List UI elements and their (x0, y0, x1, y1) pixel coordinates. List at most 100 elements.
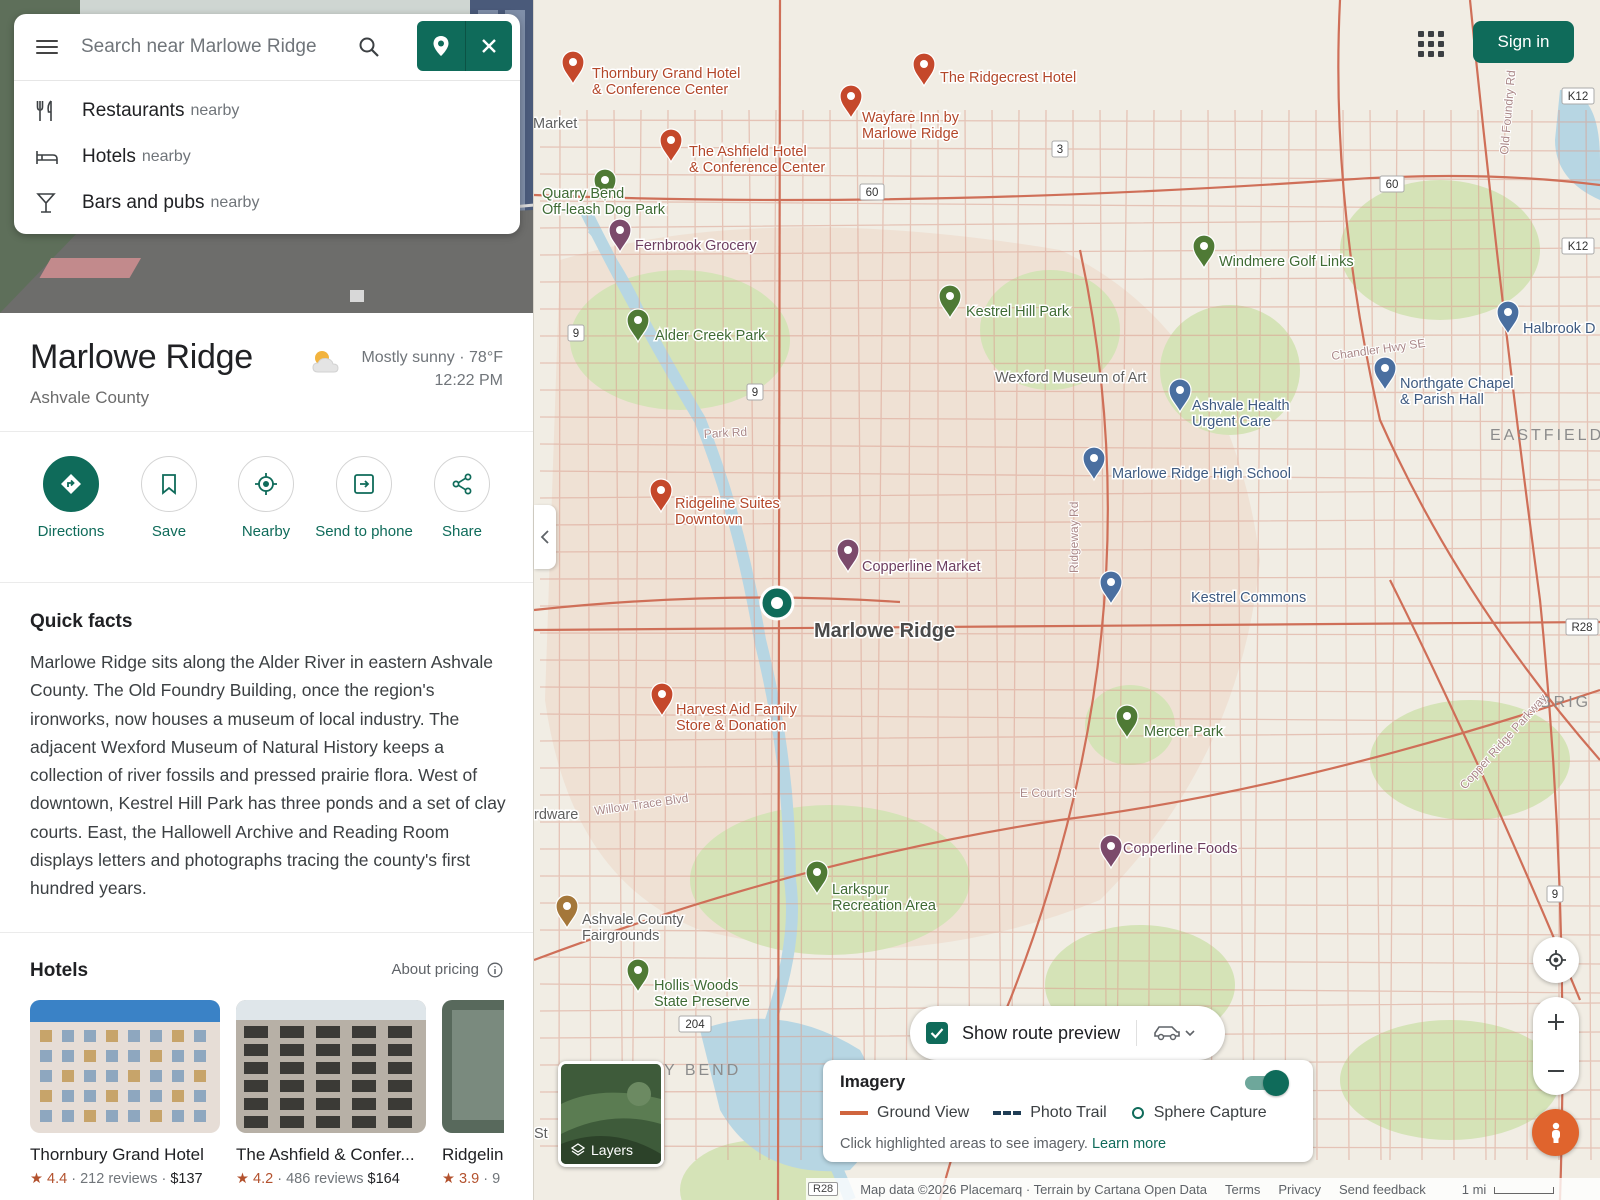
chevron-left-icon (540, 530, 549, 544)
imagery-title: Imagery (840, 1072, 906, 1091)
poi-label[interactable]: Halbrook D (1522, 320, 1598, 339)
hotel-card[interactable]: Thornbury Grand Hotel ★ 4.4 · 212 review… (30, 1000, 220, 1187)
save-button[interactable]: Save (120, 456, 218, 541)
place-title: Marlowe Ridge (30, 338, 253, 376)
road-label: Park Rd (703, 425, 747, 441)
menu-button[interactable] (36, 36, 58, 58)
hotel-photo (442, 1000, 504, 1133)
selected-place-marker[interactable] (759, 585, 795, 621)
poi-label[interactable]: Marlowe Ridge High School (1111, 465, 1293, 484)
local-time: 12:22 PM (434, 372, 503, 389)
collapse-panel-button[interactable] (534, 505, 556, 569)
poi-label[interactable]: The Ridgecrest Hotel (939, 69, 1078, 88)
poi-label[interactable]: Harvest Aid Family Store & Donation (675, 701, 800, 736)
plus-icon (1548, 1013, 1564, 1030)
imagery-toggle[interactable] (1241, 1070, 1289, 1096)
hotel-reviews: 486 reviews (286, 1171, 364, 1187)
center-place-label: Marlowe Ridge (814, 620, 955, 642)
poi-label[interactable]: Thornbury Grand Hotel & Conference Center (591, 65, 742, 100)
hotel-price: $137 (170, 1171, 203, 1187)
suggestion-bars[interactable]: Bars and pubs nearby (36, 188, 259, 218)
route-shield: 9 (567, 324, 585, 342)
zoom-out-button[interactable] (1533, 1046, 1579, 1095)
action-label: Share (441, 523, 483, 540)
map-poi[interactable]: Market (532, 115, 579, 134)
hotel-reviews: 212 reviews (80, 1171, 158, 1187)
weather-condition: Mostly sunny · 78°F (361, 349, 503, 366)
map-poi[interactable]: rdware (533, 806, 580, 825)
terms-link[interactable]: Terms (1225, 1182, 1260, 1197)
privacy-link[interactable]: Privacy (1278, 1182, 1321, 1197)
attribution-bar: R28 Map data ©2026 Placemarq · Terrain b… (806, 1178, 1600, 1200)
search-input[interactable] (81, 32, 331, 62)
layers-label: Layers (591, 1142, 634, 1158)
poi-label[interactable]: Copperline Market (861, 558, 982, 577)
poi-label[interactable]: Kestrel Commons (1190, 589, 1308, 608)
scale-indicator[interactable]: 1 mi (1444, 1182, 1555, 1197)
poi-label[interactable]: The Ashfield Hotel & Conference Center (688, 143, 827, 178)
poi-label[interactable]: Market (532, 115, 579, 134)
action-label: Nearby (241, 523, 291, 540)
svg-text:204: 204 (685, 1019, 705, 1031)
apps-grid-button[interactable] (1415, 28, 1447, 60)
route-shield: R28 (808, 1182, 839, 1196)
layers-button[interactable]: Layers (558, 1061, 664, 1167)
imagery-panel: Imagery Ground View Photo Trail Sphere C… (823, 1060, 1313, 1162)
suggestion-restaurants[interactable]: Restaurants nearby (36, 96, 239, 126)
hotel-name: The Ashfield & Confer... (236, 1145, 415, 1164)
place-county[interactable]: Ashvale County (30, 388, 149, 408)
suggestion-hotels[interactable]: Hotels nearby (36, 142, 191, 172)
zoom-in-button[interactable] (1533, 997, 1579, 1046)
route-preview-checkbox[interactable] (926, 1022, 948, 1044)
poi-label[interactable]: Alder Creek Park (654, 327, 768, 346)
poi-label[interactable]: Mercer Park (1143, 723, 1226, 742)
send-to-phone-button[interactable]: Send to phone (315, 456, 413, 541)
map-poi[interactable]: Wexford Museum of Art (994, 369, 1148, 388)
route-shield: 9 (746, 383, 764, 401)
svg-text:K12: K12 (1568, 241, 1588, 253)
zoom-controls (1533, 997, 1579, 1095)
svg-text:9: 9 (752, 387, 758, 399)
route-shield: 204 (678, 1015, 712, 1033)
route-preview-bar[interactable]: Show route preview (910, 1006, 1225, 1060)
quick-facts-title: Quick facts (30, 611, 133, 632)
search-icon[interactable] (358, 36, 380, 63)
travel-mode-dropdown[interactable] (1153, 1024, 1195, 1042)
sign-in-button[interactable]: Sign in (1473, 21, 1574, 63)
dashed-line-swatch (993, 1111, 1022, 1115)
poi-label[interactable]: Hollis Woods State Preserve (653, 977, 752, 1012)
map-poi[interactable]: St (533, 1125, 550, 1144)
poi-label[interactable]: Windmere Golf Links (1218, 253, 1356, 272)
hotels-title: Hotels (30, 960, 89, 981)
route-shield: 60 (1379, 175, 1405, 193)
route-shield: 60 (859, 183, 885, 201)
about-pricing-link[interactable]: About pricing (391, 961, 503, 978)
share-button[interactable]: Share (413, 456, 511, 541)
svg-text:9: 9 (1552, 889, 1558, 901)
close-button[interactable] (465, 21, 512, 71)
my-location-button[interactable] (1533, 937, 1579, 983)
poi-label[interactable]: Kestrel Hill Park (965, 303, 1072, 322)
legend-label: Sphere Capture (1153, 1104, 1267, 1121)
send-feedback-link[interactable]: Send feedback (1339, 1182, 1426, 1197)
poi-label[interactable]: Copperline Foods (1122, 840, 1239, 859)
poi-label[interactable]: Fernbrook Grocery (634, 237, 759, 256)
poi-label[interactable]: Wexford Museum of Art (994, 369, 1148, 388)
hotel-card[interactable]: The Ashfield & Confer... ★ 4.2 · 486 rev… (236, 1000, 426, 1187)
app-root: Thornbury Grand Hotel & Conference Center… (0, 0, 1600, 1200)
poi-label[interactable]: St (533, 1125, 550, 1144)
poi-label[interactable]: Wayfare Inn by Marlowe Ridge (861, 109, 962, 144)
place-header: Marlowe Ridge (30, 338, 253, 377)
crosshair-icon (1546, 950, 1566, 970)
location-pin-button[interactable] (417, 21, 465, 71)
poi-label[interactable]: rdware (533, 806, 580, 825)
pegman-button[interactable] (1532, 1109, 1579, 1156)
directions-button[interactable]: Directions (22, 456, 120, 541)
svg-text:60: 60 (866, 187, 879, 199)
learn-more-link[interactable]: Learn more (1092, 1136, 1166, 1152)
hotel-rating: 4.2 (253, 1171, 274, 1187)
hotel-card[interactable]: Ridgelin ★ 3.9 · 9 (442, 1000, 504, 1187)
suggestion-label: Restaurants (82, 100, 185, 121)
nearby-button[interactable]: Nearby (217, 456, 315, 541)
divider (0, 431, 533, 432)
